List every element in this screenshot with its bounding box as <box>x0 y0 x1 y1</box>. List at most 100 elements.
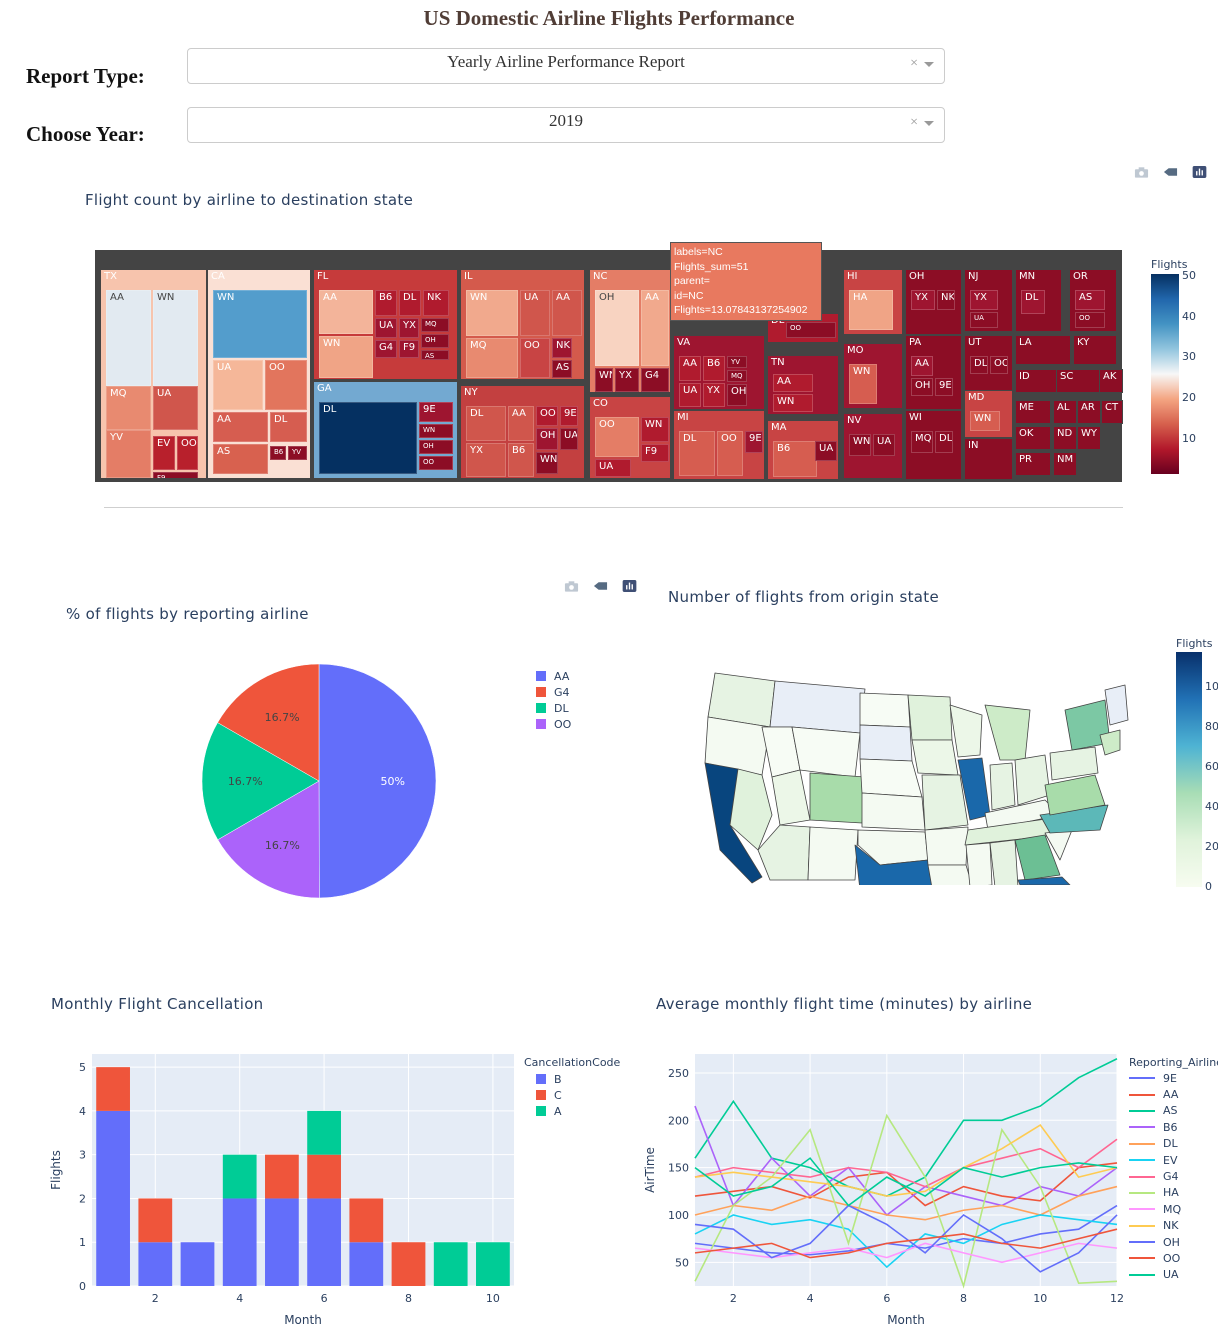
treemap-state-pa[interactable]: PA AA OH 9E <box>905 335 962 410</box>
camera-icon[interactable] <box>564 580 579 592</box>
treemap-state-ok[interactable]: OK <box>1015 426 1051 450</box>
treemap-airline-aa[interactable]: AA <box>508 406 534 441</box>
legend-item-oh[interactable]: OH <box>1129 1234 1218 1250</box>
treemap-airline-ua[interactable]: UA <box>560 428 578 450</box>
treemap-state-va[interactable]: VA AA B6 YV MQ UA YX OH <box>673 335 765 410</box>
treemap-state-in[interactable]: IN <box>964 438 1013 480</box>
treemap-state-ar[interactable]: AR <box>1077 400 1101 424</box>
treemap-state-ma[interactable]: MA B6 UA <box>767 420 839 480</box>
legend-item-as[interactable]: AS <box>1129 1103 1218 1119</box>
treemap-airline-f9[interactable]: F9 <box>399 340 419 358</box>
treemap-airline-ua[interactable]: UA <box>873 434 895 456</box>
treemap-state-ut[interactable]: UT DL OO <box>964 335 1013 395</box>
clear-icon[interactable]: × <box>910 56 918 72</box>
legend-item-oo[interactable]: OO <box>536 716 571 732</box>
bar-segment-b[interactable] <box>180 1242 215 1286</box>
treemap-airline-mq[interactable]: MQ <box>911 431 933 453</box>
treemap-state-wy[interactable]: WY <box>1077 426 1101 450</box>
treemap-airline-yv[interactable]: YV <box>727 356 747 368</box>
treemap-airline-nk[interactable]: NK <box>937 290 955 310</box>
legend-item-dl[interactable]: DL <box>1129 1136 1218 1152</box>
treemap-airline-oh[interactable]: OH <box>595 290 639 366</box>
treemap-airline-dl[interactable]: DL <box>970 356 988 374</box>
treemap-airline-ua[interactable]: UA <box>213 360 263 410</box>
treemap-airline-aa[interactable]: AA <box>911 356 933 376</box>
bar-segment-c[interactable] <box>391 1242 426 1286</box>
treemap-airline-mq[interactable]: MQ <box>466 338 518 378</box>
treemap-state-ga[interactable]: GA DL 9E WN OH OO <box>313 381 458 479</box>
treemap-airline-ha[interactable]: HA <box>849 290 893 330</box>
bar-segment-a[interactable] <box>476 1242 510 1286</box>
bar-segment-c[interactable] <box>349 1198 384 1243</box>
legend-item-c[interactable]: C <box>524 1087 620 1103</box>
treemap-airline-wn[interactable]: WN <box>319 336 373 378</box>
legend-item-9e[interactable]: 9E <box>1129 1070 1218 1086</box>
legend-item-oo[interactable]: OO <box>1129 1250 1218 1266</box>
treemap-airline-as[interactable]: AS <box>421 350 449 360</box>
year-dropdown[interactable]: 2019 × <box>187 107 945 143</box>
bar-segment-c[interactable] <box>138 1198 173 1243</box>
bar-segment-a[interactable] <box>307 1110 341 1155</box>
treemap-state-ct[interactable]: CT <box>1101 400 1123 424</box>
treemap-airline-yx[interactable]: YX <box>466 443 506 477</box>
treemap-airline-dl[interactable]: DL <box>466 406 506 441</box>
treemap-airline-wn[interactable]: WN <box>970 411 1000 431</box>
treemap-state-mi[interactable]: MI DL OO 9E <box>673 410 765 480</box>
treemap-airline-aa[interactable]: AA <box>106 290 151 386</box>
legend-item-b6[interactable]: B6 <box>1129 1119 1218 1135</box>
treemap-airline-aa[interactable]: AA <box>773 374 813 392</box>
us-choropleth-map[interactable] <box>700 665 1130 885</box>
treemap-airline-oh[interactable]: OH <box>419 440 453 454</box>
treemap-state-oh[interactable]: OH YX NK <box>905 269 962 335</box>
bar-segment-c[interactable] <box>265 1154 299 1199</box>
treemap-state-wi[interactable]: WI MQ DL <box>905 410 962 480</box>
treemap-airline-oh[interactable]: OH <box>536 428 558 450</box>
treemap-airline-wn[interactable]: WN <box>773 394 813 412</box>
treemap-airline-dl[interactable]: DL <box>319 402 417 474</box>
treemap-state-fl[interactable]: FL AA B6 DL NK WN UA YX MQ OH G4 F9 AS <box>313 269 458 380</box>
treemap-airline-yv[interactable]: YV <box>288 446 307 460</box>
treemap-airline-dl[interactable]: DL <box>935 431 953 453</box>
treemap-airline-oo[interactable]: OO <box>595 417 639 457</box>
legend-item-nk[interactable]: NK <box>1129 1218 1218 1234</box>
treemap-state-il[interactable]: IL WN UA AA MQ OO NK AS <box>460 269 585 380</box>
legend-item-ua[interactable]: UA <box>1129 1267 1218 1283</box>
treemap-state-id[interactable]: ID <box>1015 369 1062 393</box>
legend-item-ev[interactable]: EV <box>1129 1152 1218 1168</box>
treemap-airline-f9[interactable]: F9 <box>641 444 669 462</box>
treemap-airline-dl[interactable]: DL <box>270 412 307 442</box>
treemap-state-pr[interactable]: PR <box>1015 452 1051 476</box>
treemap-airline-9e[interactable]: 9E <box>745 431 763 453</box>
bar-segment-b[interactable] <box>222 1198 257 1286</box>
bar-chart[interactable]: 0 1 2 3 4 5 2 4 6 8 10 Month Flights <box>40 1050 520 1340</box>
treemap-airline-as[interactable]: AS <box>552 360 572 378</box>
treemap-state-me[interactable]: ME <box>1015 400 1051 424</box>
treemap-airline-oo[interactable]: OO <box>419 456 453 470</box>
zoom-icon[interactable] <box>593 580 608 592</box>
treemap-airline-oo[interactable]: OO <box>520 338 550 378</box>
treemap-airline-f9[interactable]: F9 <box>153 472 198 478</box>
bar-segment-a[interactable] <box>222 1154 257 1199</box>
treemap-state-ak[interactable]: AK <box>1099 369 1123 393</box>
treemap-airline-ua[interactable]: UA <box>520 290 550 336</box>
treemap-state-co[interactable]: CO OO WN F9 UA <box>589 396 671 479</box>
chevron-down-icon[interactable] <box>924 121 934 126</box>
bar-segment-b[interactable] <box>138 1242 173 1286</box>
treemap-airline-9e[interactable]: 9E <box>935 378 953 396</box>
bar-segment-c[interactable] <box>307 1154 341 1199</box>
legend-item-mq[interactable]: MQ <box>1129 1201 1218 1217</box>
pie-chart[interactable]: 50% 16.7% 16.7% 16.7% <box>190 652 448 910</box>
legend-item-b[interactable]: B <box>524 1071 620 1087</box>
treemap-airline-yv[interactable]: YV <box>106 430 151 478</box>
legend-item-g4[interactable]: G4 <box>1129 1168 1218 1184</box>
treemap-airline-aa[interactable]: AA <box>641 290 669 366</box>
treemap-airline-oh[interactable]: OH <box>727 384 747 406</box>
treemap-airline-oo[interactable]: OO <box>177 436 198 470</box>
treemap-airline-yx[interactable]: YX <box>399 318 419 338</box>
treemap-airline-wn[interactable]: WN <box>213 290 307 358</box>
treemap-state-md[interactable]: MD WN <box>964 390 1013 438</box>
plotly-logo-icon[interactable] <box>1192 166 1207 178</box>
treemap-airline-ev[interactable]: EV <box>153 436 175 470</box>
treemap-airline-oo[interactable]: OO <box>990 356 1008 374</box>
treemap-state-sc[interactable]: SC <box>1056 369 1100 393</box>
